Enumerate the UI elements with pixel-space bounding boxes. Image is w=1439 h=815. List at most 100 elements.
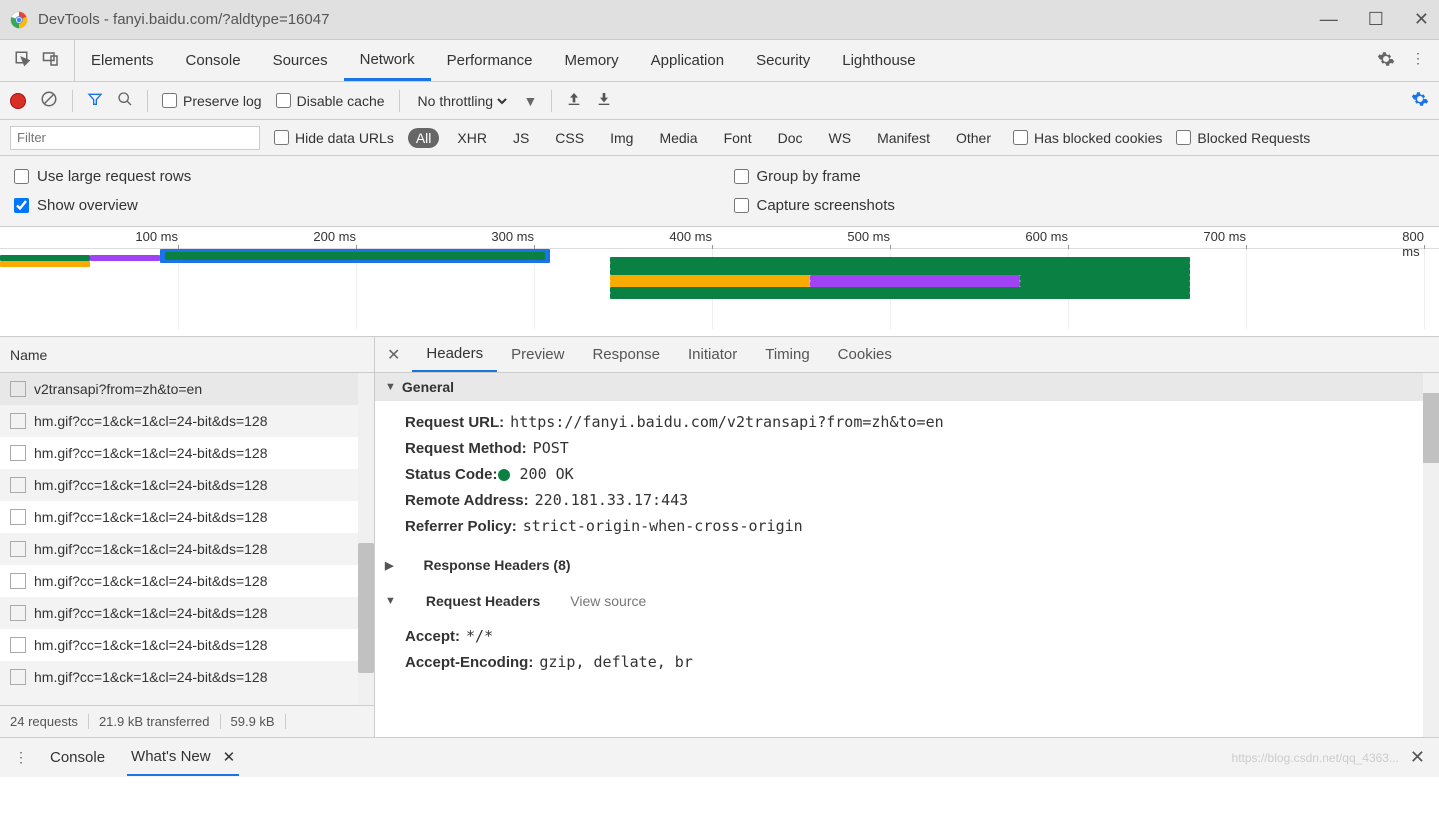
- request-row[interactable]: hm.gif?cc=1&ck=1&cl=24-bit&ds=128: [0, 469, 374, 501]
- filter-type-js[interactable]: JS: [505, 128, 537, 148]
- timeline-bar: [610, 293, 1190, 299]
- tab-lighthouse[interactable]: Lighthouse: [826, 40, 931, 81]
- timeline-tick: 300 ms: [491, 229, 534, 244]
- more-menu-icon[interactable]: ⋮: [1411, 50, 1425, 71]
- details-tab-response[interactable]: Response: [578, 337, 674, 372]
- tab-sources[interactable]: Sources: [257, 40, 344, 81]
- file-icon: [10, 413, 26, 429]
- request-row[interactable]: hm.gif?cc=1&ck=1&cl=24-bit&ds=128: [0, 501, 374, 533]
- details-tab-timing[interactable]: Timing: [751, 337, 823, 372]
- maximize-button[interactable]: ☐: [1368, 9, 1384, 30]
- filter-type-all[interactable]: All: [408, 128, 440, 148]
- view-source-link[interactable]: View source: [570, 593, 646, 609]
- group-by-frame-checkbox[interactable]: Group by frame: [734, 162, 1426, 191]
- upload-har-icon[interactable]: [566, 91, 582, 110]
- file-icon: [10, 605, 26, 621]
- request-headers-section[interactable]: ▼Request HeadersView source: [375, 587, 1439, 615]
- close-details-button[interactable]: ✕: [375, 345, 412, 365]
- drawer-tab-console[interactable]: Console: [46, 741, 109, 774]
- disable-cache-checkbox[interactable]: Disable cache: [276, 93, 385, 109]
- details-tab-cookies[interactable]: Cookies: [824, 337, 906, 372]
- filter-type-font[interactable]: Font: [716, 128, 760, 148]
- request-row[interactable]: hm.gif?cc=1&ck=1&cl=24-bit&ds=128: [0, 565, 374, 597]
- request-row[interactable]: hm.gif?cc=1&ck=1&cl=24-bit&ds=128: [0, 405, 374, 437]
- timeline-overview[interactable]: 100 ms200 ms300 ms400 ms500 ms600 ms700 …: [0, 227, 1439, 337]
- show-overview-checkbox[interactable]: Show overview: [14, 191, 706, 220]
- filter-toggle-icon[interactable]: [87, 91, 103, 110]
- request-list-scrollbar[interactable]: [358, 543, 374, 673]
- blocked-requests-checkbox[interactable]: Blocked Requests: [1176, 130, 1310, 146]
- use-large-rows-checkbox[interactable]: Use large request rows: [14, 162, 706, 191]
- details-tab-initiator[interactable]: Initiator: [674, 337, 751, 372]
- timeline-tick: 600 ms: [1025, 229, 1068, 244]
- tab-elements[interactable]: Elements: [75, 40, 170, 81]
- request-row[interactable]: hm.gif?cc=1&ck=1&cl=24-bit&ds=128: [0, 437, 374, 469]
- hide-data-urls-checkbox[interactable]: Hide data URLs: [274, 130, 394, 146]
- close-window-button[interactable]: ✕: [1414, 9, 1429, 30]
- network-settings-icon[interactable]: [1411, 90, 1429, 111]
- minimize-button[interactable]: —: [1320, 9, 1338, 30]
- close-tab-icon[interactable]: ✕: [223, 748, 236, 766]
- drawer-tab-whats-new[interactable]: What's New✕: [127, 740, 239, 776]
- capture-screenshots-checkbox[interactable]: Capture screenshots: [734, 191, 1426, 220]
- tab-console[interactable]: Console: [170, 40, 257, 81]
- filter-type-manifest[interactable]: Manifest: [869, 128, 938, 148]
- request-row[interactable]: hm.gif?cc=1&ck=1&cl=24-bit&ds=128: [0, 533, 374, 565]
- request-details: ✕ HeadersPreviewResponseInitiatorTimingC…: [375, 337, 1439, 737]
- window-title: DevTools - fanyi.baidu.com/?aldtype=1604…: [38, 11, 1320, 28]
- filter-type-img[interactable]: Img: [602, 128, 641, 148]
- has-blocked-cookies-checkbox[interactable]: Has blocked cookies: [1013, 130, 1162, 146]
- details-scrollbar[interactable]: [1423, 393, 1439, 463]
- network-toolbar: Preserve log Disable cache No throttling…: [0, 82, 1439, 120]
- request-row[interactable]: hm.gif?cc=1&ck=1&cl=24-bit&ds=128: [0, 661, 374, 693]
- filter-input[interactable]: [10, 126, 260, 150]
- drawer-menu-icon[interactable]: ⋮: [14, 749, 28, 766]
- timeline-tick: 200 ms: [313, 229, 356, 244]
- request-row[interactable]: v2transapi?from=zh&to=en: [0, 373, 374, 405]
- filter-type-media[interactable]: Media: [651, 128, 705, 148]
- details-tab-preview[interactable]: Preview: [497, 337, 578, 372]
- preserve-log-checkbox[interactable]: Preserve log: [162, 93, 262, 109]
- request-row[interactable]: hm.gif?cc=1&ck=1&cl=24-bit&ds=128: [0, 597, 374, 629]
- drawer: ⋮ Console What's New✕ https://blog.csdn.…: [0, 737, 1439, 777]
- details-tab-headers[interactable]: Headers: [412, 337, 497, 372]
- filter-type-doc[interactable]: Doc: [770, 128, 811, 148]
- options-row: Use large request rows Show overview Gro…: [0, 156, 1439, 227]
- general-section-header[interactable]: ▼General: [375, 373, 1439, 401]
- filter-type-other[interactable]: Other: [948, 128, 999, 148]
- file-icon: [10, 573, 26, 589]
- response-headers-section[interactable]: ▶Response Headers (8): [375, 551, 1439, 579]
- watermark-text: https://blog.csdn.net/qq_4363...: [1232, 751, 1399, 765]
- request-list-header[interactable]: Name: [0, 337, 374, 373]
- file-icon: [10, 477, 26, 493]
- tab-security[interactable]: Security: [740, 40, 826, 81]
- request-name: hm.gif?cc=1&ck=1&cl=24-bit&ds=128: [34, 541, 267, 557]
- request-name: hm.gif?cc=1&ck=1&cl=24-bit&ds=128: [34, 637, 267, 653]
- device-toggle-icon[interactable]: [42, 50, 60, 71]
- throttling-select[interactable]: No throttling: [414, 92, 510, 110]
- tab-network[interactable]: Network: [344, 40, 431, 81]
- request-row[interactable]: hm.gif?cc=1&ck=1&cl=24-bit&ds=128: [0, 629, 374, 661]
- inspect-icon[interactable]: [14, 50, 32, 71]
- download-har-icon[interactable]: [596, 91, 612, 110]
- tab-memory[interactable]: Memory: [549, 40, 635, 81]
- request-list-footer: 24 requests 21.9 kB transferred 59.9 kB: [0, 705, 374, 737]
- filter-type-css[interactable]: CSS: [547, 128, 592, 148]
- filter-type-xhr[interactable]: XHR: [449, 128, 495, 148]
- record-button[interactable]: [10, 93, 26, 109]
- request-name: hm.gif?cc=1&ck=1&cl=24-bit&ds=128: [34, 477, 267, 493]
- file-icon: [10, 669, 26, 685]
- settings-icon[interactable]: [1377, 50, 1395, 71]
- request-name: hm.gif?cc=1&ck=1&cl=24-bit&ds=128: [34, 413, 267, 429]
- tab-application[interactable]: Application: [635, 40, 740, 81]
- request-name: hm.gif?cc=1&ck=1&cl=24-bit&ds=128: [34, 605, 267, 621]
- timeline-tick: 400 ms: [669, 229, 712, 244]
- request-name: hm.gif?cc=1&ck=1&cl=24-bit&ds=128: [34, 445, 267, 461]
- file-icon: [10, 381, 26, 397]
- filter-type-ws[interactable]: WS: [821, 128, 860, 148]
- clear-button[interactable]: [40, 90, 58, 111]
- search-icon[interactable]: [117, 91, 133, 110]
- tab-performance[interactable]: Performance: [431, 40, 549, 81]
- timeline-tick: 700 ms: [1203, 229, 1246, 244]
- close-drawer-button[interactable]: ✕: [1410, 747, 1425, 768]
